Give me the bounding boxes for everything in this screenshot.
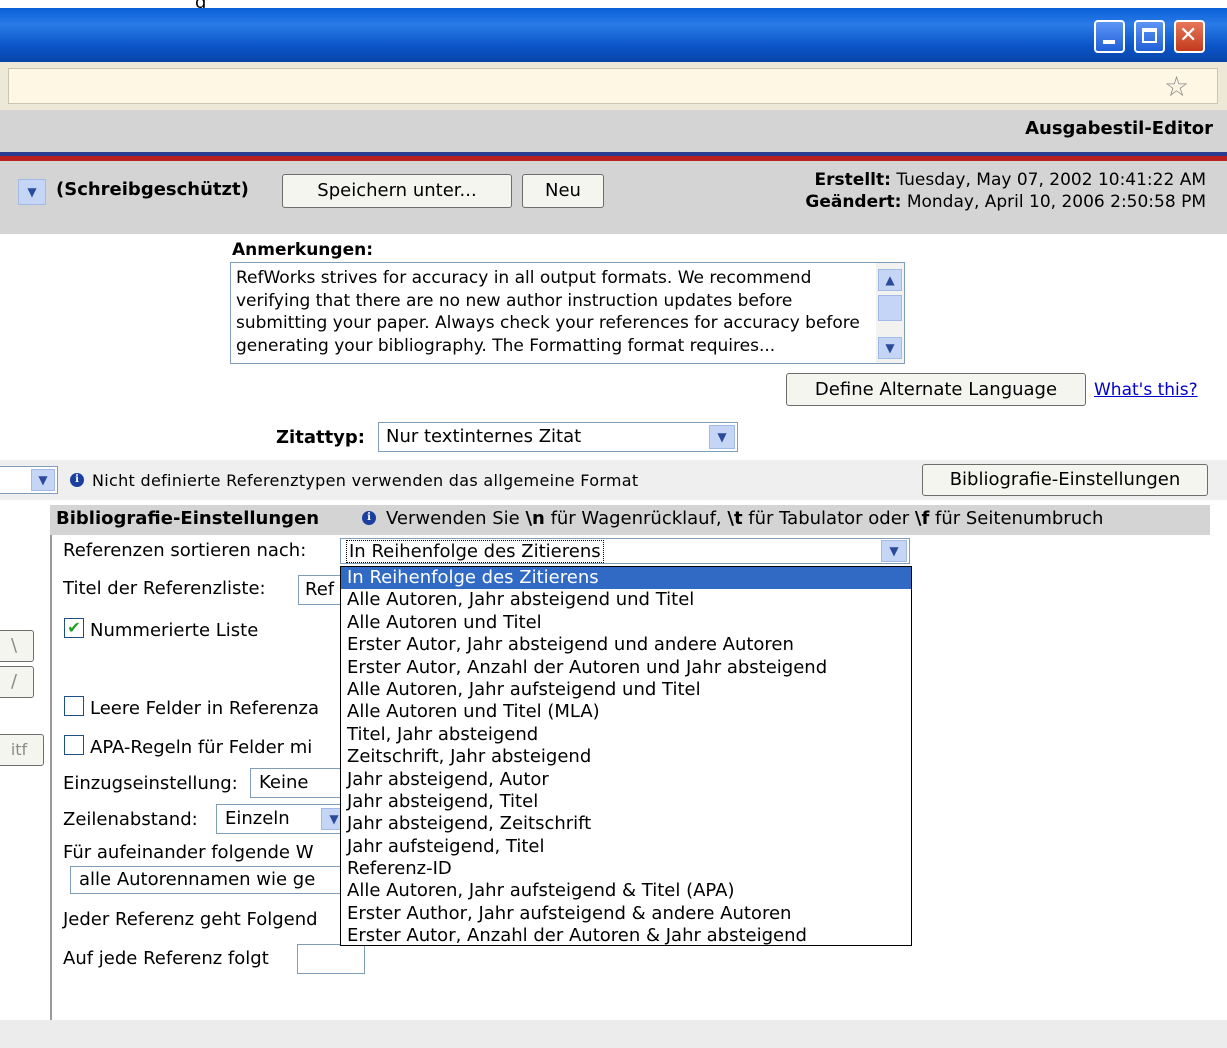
sort-option[interactable]: Alle Autoren und Titel [341, 612, 911, 634]
sort-option[interactable]: Alle Autoren, Jahr aufsteigend und Titel [341, 679, 911, 701]
chevron-down-icon[interactable]: ▼ [31, 469, 55, 491]
style-toolbar: ▼ (Schreibgeschützt) Speichern unter... … [0, 161, 1227, 234]
define-alternate-language-button[interactable]: Define Alternate Language [786, 373, 1086, 406]
sort-option[interactable]: Alle Autoren, Jahr absteigend und Titel [341, 589, 911, 611]
scroll-down-icon[interactable]: ▼ [878, 337, 902, 359]
consecutive-works-label: Für aufeinander folgende W [63, 842, 314, 863]
minimize-icon [1103, 40, 1115, 44]
bottom-area [0, 1020, 1227, 1048]
info-icon: i [362, 511, 376, 525]
side-button-a[interactable]: \ [0, 630, 34, 662]
new-button[interactable]: Neu [522, 174, 604, 208]
format-info-bar: ▼ i Nicht definierte Referenztypen verwe… [0, 460, 1227, 500]
format-select[interactable]: ▼ [0, 466, 58, 494]
sort-option[interactable]: Jahr aufsteigend, Titel [341, 836, 911, 858]
indent-label: Einzugseinstellung: [63, 773, 238, 794]
sort-options-dropdown[interactable]: In Reihenfolge des Zitierens Alle Autoren… [340, 566, 912, 946]
sort-option[interactable]: Erster Autor, Anzahl der Autoren & Jahr … [341, 925, 911, 947]
format-info-text: Nicht definierte Referenztypen verwenden… [92, 471, 639, 490]
scroll-thumb[interactable] [878, 295, 902, 321]
close-button[interactable]: ✕ [1174, 20, 1205, 53]
sort-option[interactable]: Alle Autoren und Titel (MLA) [341, 701, 911, 723]
bib-settings-title: Bibliografie-Einstellungen [56, 508, 320, 529]
bib-settings-hint: Verwenden Sie \n für Wagenrücklauf, \t f… [386, 508, 1104, 529]
section-border [50, 535, 52, 1020]
sort-option[interactable]: Titel, Jahr absteigend [341, 724, 911, 746]
created-value: Tuesday, May 07, 2002 10:41:22 AM [896, 170, 1206, 190]
followed-input[interactable] [297, 944, 365, 974]
consecutive-works-select[interactable]: alle Autorennamen wie ge [70, 866, 345, 894]
info-icon: i [70, 473, 84, 487]
sort-option[interactable]: Alle Autoren, Jahr aufsteigend & Titel (… [341, 880, 911, 902]
numbered-list-checkbox[interactable]: ✔ [64, 618, 84, 638]
page-title: Ausgabestil-Editor [1025, 118, 1213, 139]
maximize-icon [1142, 28, 1157, 43]
notes-label: Anmerkungen: [232, 240, 373, 260]
modified-value: Monday, April 10, 2006 2:50:58 PM [906, 192, 1206, 212]
notes-scrollbar[interactable]: ▲ ▼ [876, 263, 904, 363]
page-header: Ausgabestil-Editor [0, 110, 1227, 152]
sort-option[interactable]: Erster Autor, Jahr absteigend und andere… [341, 634, 911, 656]
side-button-b[interactable]: / [0, 666, 34, 698]
maximize-button[interactable] [1134, 20, 1165, 53]
address-bar-area: ☆ [0, 62, 1227, 110]
created-label: Erstellt: [814, 170, 891, 190]
scroll-up-icon[interactable]: ▲ [878, 269, 902, 291]
sort-option[interactable]: Erster Autor, Anzahl der Autoren und Jah… [341, 657, 911, 679]
citation-type-label: Zitattyp: [276, 427, 365, 448]
side-button-c[interactable]: itf [0, 734, 44, 766]
minimize-button[interactable] [1094, 20, 1125, 53]
close-icon: ✕ [1179, 23, 1198, 48]
line-spacing-label: Zeilenabstand: [63, 809, 198, 830]
line-spacing-value: Einzeln [225, 808, 290, 829]
chevron-down-icon[interactable]: ▼ [709, 425, 735, 449]
save-as-button[interactable]: Speichern unter... [282, 174, 512, 208]
empty-fields-checkbox[interactable] [64, 696, 84, 716]
sort-value: In Reihenfolge des Zitierens [346, 540, 604, 563]
sort-option[interactable]: Zeitschrift, Jahr absteigend [341, 746, 911, 768]
sort-option[interactable]: Jahr absteigend, Titel [341, 791, 911, 813]
numbered-list-label: Nummerierte Liste [90, 620, 259, 641]
empty-fields-label: Leere Felder in Referenza [90, 698, 320, 719]
sort-option[interactable]: Referenz-ID [341, 858, 911, 880]
sort-select[interactable]: In Reihenfolge des Zitierens ▼ [340, 538, 910, 564]
chevron-down-icon[interactable]: ▼ [881, 540, 907, 562]
list-title-label: Titel der Referenzliste: [63, 578, 266, 599]
modified-label: Geändert: [805, 192, 902, 212]
sort-label: Referenzen sortieren nach: [63, 540, 307, 561]
sort-option[interactable]: Jahr absteigend, Autor [341, 769, 911, 791]
sort-option[interactable]: Jahr absteigend, Zeitschrift [341, 813, 911, 835]
sort-option[interactable]: Erster Author, Jahr aufsteigend & andere… [341, 903, 911, 925]
address-field[interactable] [8, 68, 1218, 104]
sort-option[interactable]: In Reihenfolge des Zitierens [341, 567, 911, 590]
indent-select[interactable]: Keine [250, 768, 345, 798]
style-select-dropdown-icon[interactable]: ▼ [18, 179, 46, 205]
bookmark-star-icon[interactable]: ☆ [1164, 70, 1189, 103]
window-title-bar[interactable]: ✕ [0, 8, 1227, 62]
citation-type-value: Nur textinternes Zitat [386, 426, 582, 447]
notes-textarea[interactable]: RefWorks strives for accuracy in all out… [230, 262, 905, 364]
bib-settings-header: Bibliografie-Einstellungen i Verwenden S… [50, 505, 1210, 535]
line-spacing-select[interactable]: Einzeln ▼ [216, 804, 347, 834]
apa-rules-checkbox[interactable] [64, 735, 84, 755]
dates-block: Erstellt: Tuesday, May 07, 2002 10:41:22… [730, 169, 1206, 213]
notes-text: RefWorks strives for accuracy in all out… [236, 268, 860, 356]
bibliography-settings-button[interactable]: Bibliografie-Einstellungen [922, 464, 1208, 496]
citation-type-select[interactable]: Nur textinternes Zitat ▼ [378, 422, 738, 452]
preceded-label: Jeder Referenz geht Folgend [63, 909, 318, 930]
apa-rules-label: APA-Regeln für Felder mi [90, 737, 313, 758]
followed-label: Auf jede Referenz folgt [63, 948, 269, 969]
whats-this-link[interactable]: What's this? [1094, 380, 1198, 400]
readonly-label: (Schreibgeschützt) [56, 179, 249, 200]
